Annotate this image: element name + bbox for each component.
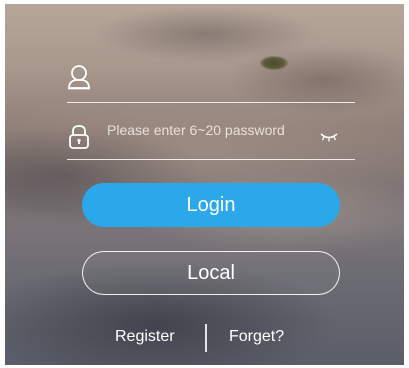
login-screen: Please enter 6~20 password Login Local R… bbox=[5, 4, 404, 365]
password-placeholder: Please enter 6~20 password bbox=[107, 122, 285, 138]
login-button[interactable]: Login bbox=[82, 183, 340, 227]
eye-closed-icon[interactable] bbox=[319, 130, 339, 142]
link-divider bbox=[205, 324, 207, 352]
user-icon bbox=[67, 64, 91, 90]
local-button[interactable]: Local bbox=[82, 251, 340, 295]
username-field[interactable] bbox=[67, 62, 355, 103]
register-link[interactable]: Register bbox=[115, 328, 175, 346]
lock-icon bbox=[67, 124, 91, 150]
forget-link[interactable]: Forget? bbox=[229, 328, 284, 346]
footer-links: Register Forget? bbox=[5, 322, 404, 352]
password-field[interactable]: Please enter 6~20 password bbox=[67, 116, 355, 160]
